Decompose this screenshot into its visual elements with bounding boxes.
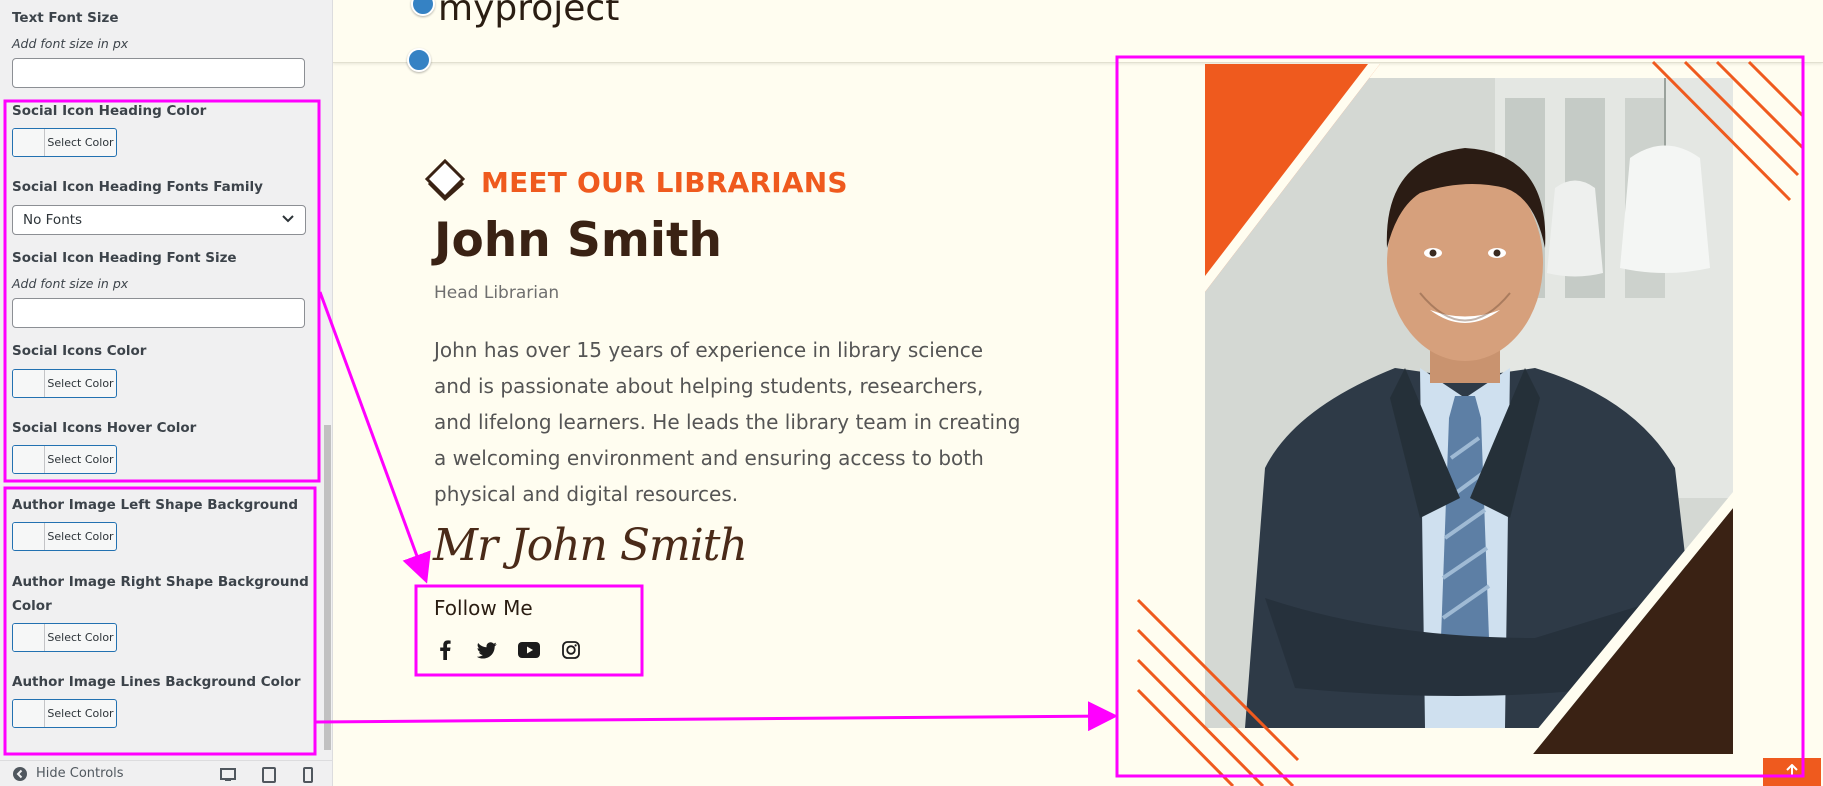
select-color-label: Select Color: [47, 530, 114, 543]
social-icons-color-button[interactable]: Select Color: [12, 369, 117, 398]
select-value: No Fonts: [23, 212, 83, 228]
social-heading-font-family-label: Social Icon Heading Fonts Family: [12, 179, 263, 195]
color-swatch: [13, 370, 45, 397]
social-heading-color-label: Social Icon Heading Color: [12, 103, 207, 119]
scroll-to-top-button[interactable]: [1763, 758, 1821, 786]
social-icons-hover-color-button[interactable]: Select Color: [12, 445, 117, 474]
chevron-down-icon: [281, 212, 295, 228]
social-icons-hover-color-label: Social Icons Hover Color: [12, 420, 197, 436]
author-lines-color-button[interactable]: Select Color: [12, 699, 117, 728]
color-swatch: [13, 624, 45, 651]
social-heading-font-size-label: Social Icon Heading Font Size: [12, 250, 237, 266]
author-left-shape-color-button[interactable]: Select Color: [12, 522, 117, 551]
social-heading-font-family-select[interactable]: No Fonts: [12, 205, 306, 235]
text-font-size-label: Text Font Size: [12, 10, 119, 26]
label-line-1: Author Image Right Shape Background: [12, 574, 309, 590]
arrow-up-icon: [1785, 763, 1799, 782]
select-color-label: Select Color: [47, 631, 114, 644]
color-swatch: [13, 523, 45, 550]
author-image-lines: [1136, 60, 1805, 786]
desktop-preview-icon[interactable]: [220, 768, 236, 786]
tablet-preview-icon[interactable]: [262, 767, 276, 786]
sidebar-footer: Hide Controls: [0, 760, 332, 786]
label-line-2: Color: [12, 598, 52, 614]
hide-controls-button[interactable]: Hide Controls: [36, 766, 124, 781]
select-color-label: Select Color: [47, 136, 114, 149]
color-swatch: [13, 446, 45, 473]
social-heading-font-size-desc: Add font size in px: [12, 276, 129, 291]
select-color-label: Select Color: [47, 377, 114, 390]
social-heading-font-size-input[interactable]: [12, 298, 305, 328]
social-icons-color-label: Social Icons Color: [12, 343, 147, 359]
author-lines-color-label: Author Image Lines Background Color: [12, 674, 301, 690]
color-swatch: [13, 129, 45, 156]
text-font-size-input[interactable]: [12, 58, 305, 88]
sidebar-scrollbar-thumb[interactable]: [324, 425, 331, 750]
site-preview: myproject MEET OUR LIBRARIANS John Smith…: [333, 0, 1823, 786]
select-color-label: Select Color: [47, 453, 114, 466]
text-font-size-desc: Add font size in px: [12, 36, 129, 51]
customizer-sidebar: Text Font Size Add font size in px Socia…: [0, 0, 333, 786]
author-right-shape-color-button[interactable]: Select Color: [12, 623, 117, 652]
color-swatch: [13, 700, 45, 727]
select-color-label: Select Color: [47, 707, 114, 720]
author-right-shape-color-label: Author Image Right Shape Background Colo…: [12, 570, 309, 618]
social-heading-color-button[interactable]: Select Color: [12, 128, 117, 157]
hide-controls-icon[interactable]: [12, 766, 28, 782]
mobile-preview-icon[interactable]: [303, 767, 313, 786]
